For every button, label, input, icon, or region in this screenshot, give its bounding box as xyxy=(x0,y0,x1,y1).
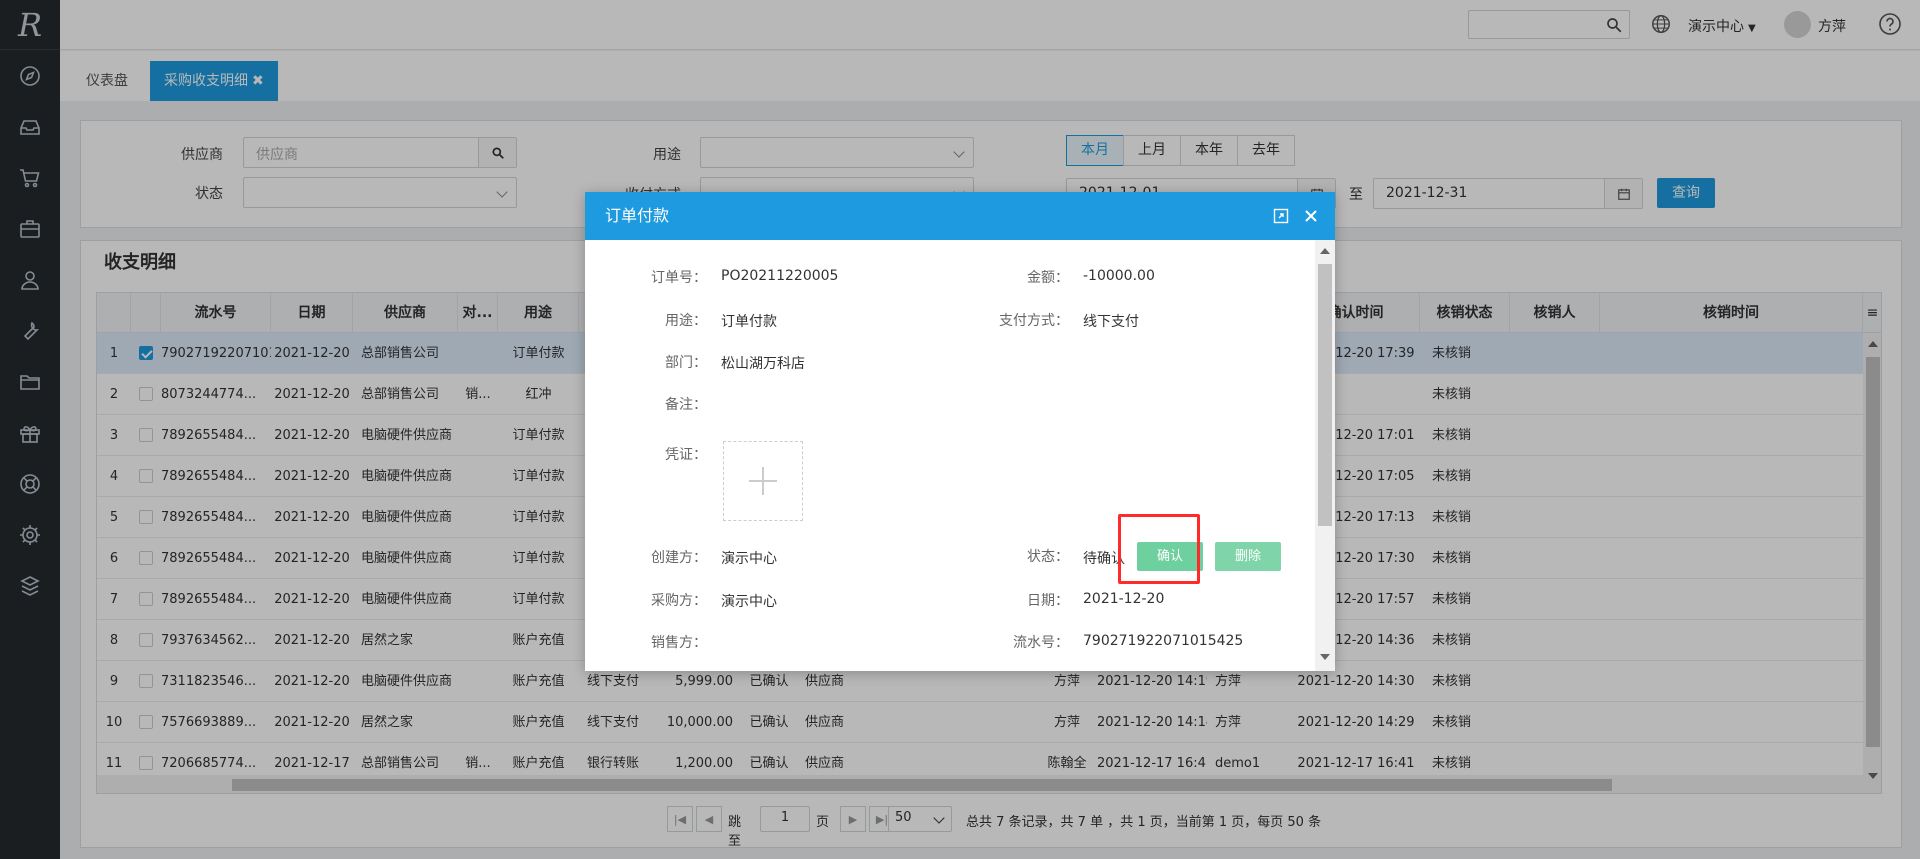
seller-label: 销售方： xyxy=(651,635,707,651)
purpose-value: 订单付款 xyxy=(721,314,777,330)
dept-label: 部门： xyxy=(665,355,707,371)
amount-value: -10000.00 xyxy=(1083,268,1155,284)
voucher-label: 凭证： xyxy=(665,447,707,463)
purpose-label: 用途： xyxy=(665,313,707,329)
dept-value: 松山湖万科店 xyxy=(721,356,805,372)
scroll-thumb[interactable] xyxy=(1318,264,1332,526)
serial-label: 流水号： xyxy=(1013,635,1069,651)
date-value: 2021-12-20 xyxy=(1083,591,1165,607)
creator-value: 演示中心 xyxy=(721,551,777,567)
order-no-label: 订单号： xyxy=(651,270,707,286)
buyer-label: 采购方： xyxy=(651,593,707,609)
dialog-header: 订单付款 xyxy=(585,192,1335,240)
dialog-scrollbar[interactable] xyxy=(1315,240,1335,671)
dialog-body: 订单号： PO20211220005 金额： -10000.00 用途： 订单付… xyxy=(585,240,1315,671)
dialog-title: 订单付款 xyxy=(605,206,670,225)
order-no-value: PO20211220005 xyxy=(721,268,839,284)
scroll-up-icon[interactable] xyxy=(1320,248,1330,254)
pay-method-label: 支付方式： xyxy=(999,313,1069,329)
status-label: 状态： xyxy=(1027,549,1069,565)
serial-value: 790271922071015425 xyxy=(1083,633,1244,649)
delete-button[interactable]: 删除 xyxy=(1215,542,1281,571)
date-label: 日期： xyxy=(1027,593,1069,609)
highlight-box xyxy=(1118,514,1200,584)
creator-label: 创建方： xyxy=(651,550,707,566)
close-icon[interactable] xyxy=(1303,208,1319,224)
remark-label: 备注： xyxy=(665,397,707,413)
buyer-value: 演示中心 xyxy=(721,594,777,610)
scroll-down-icon[interactable] xyxy=(1320,654,1330,660)
order-payment-dialog: 订单付款 订单号： PO20211220005 金额： -10000.00 用途… xyxy=(585,192,1335,671)
pay-method-value: 线下支付 xyxy=(1083,314,1139,330)
voucher-upload[interactable] xyxy=(723,441,803,521)
maximize-icon[interactable] xyxy=(1273,208,1289,224)
amount-label: 金额： xyxy=(1027,270,1069,286)
